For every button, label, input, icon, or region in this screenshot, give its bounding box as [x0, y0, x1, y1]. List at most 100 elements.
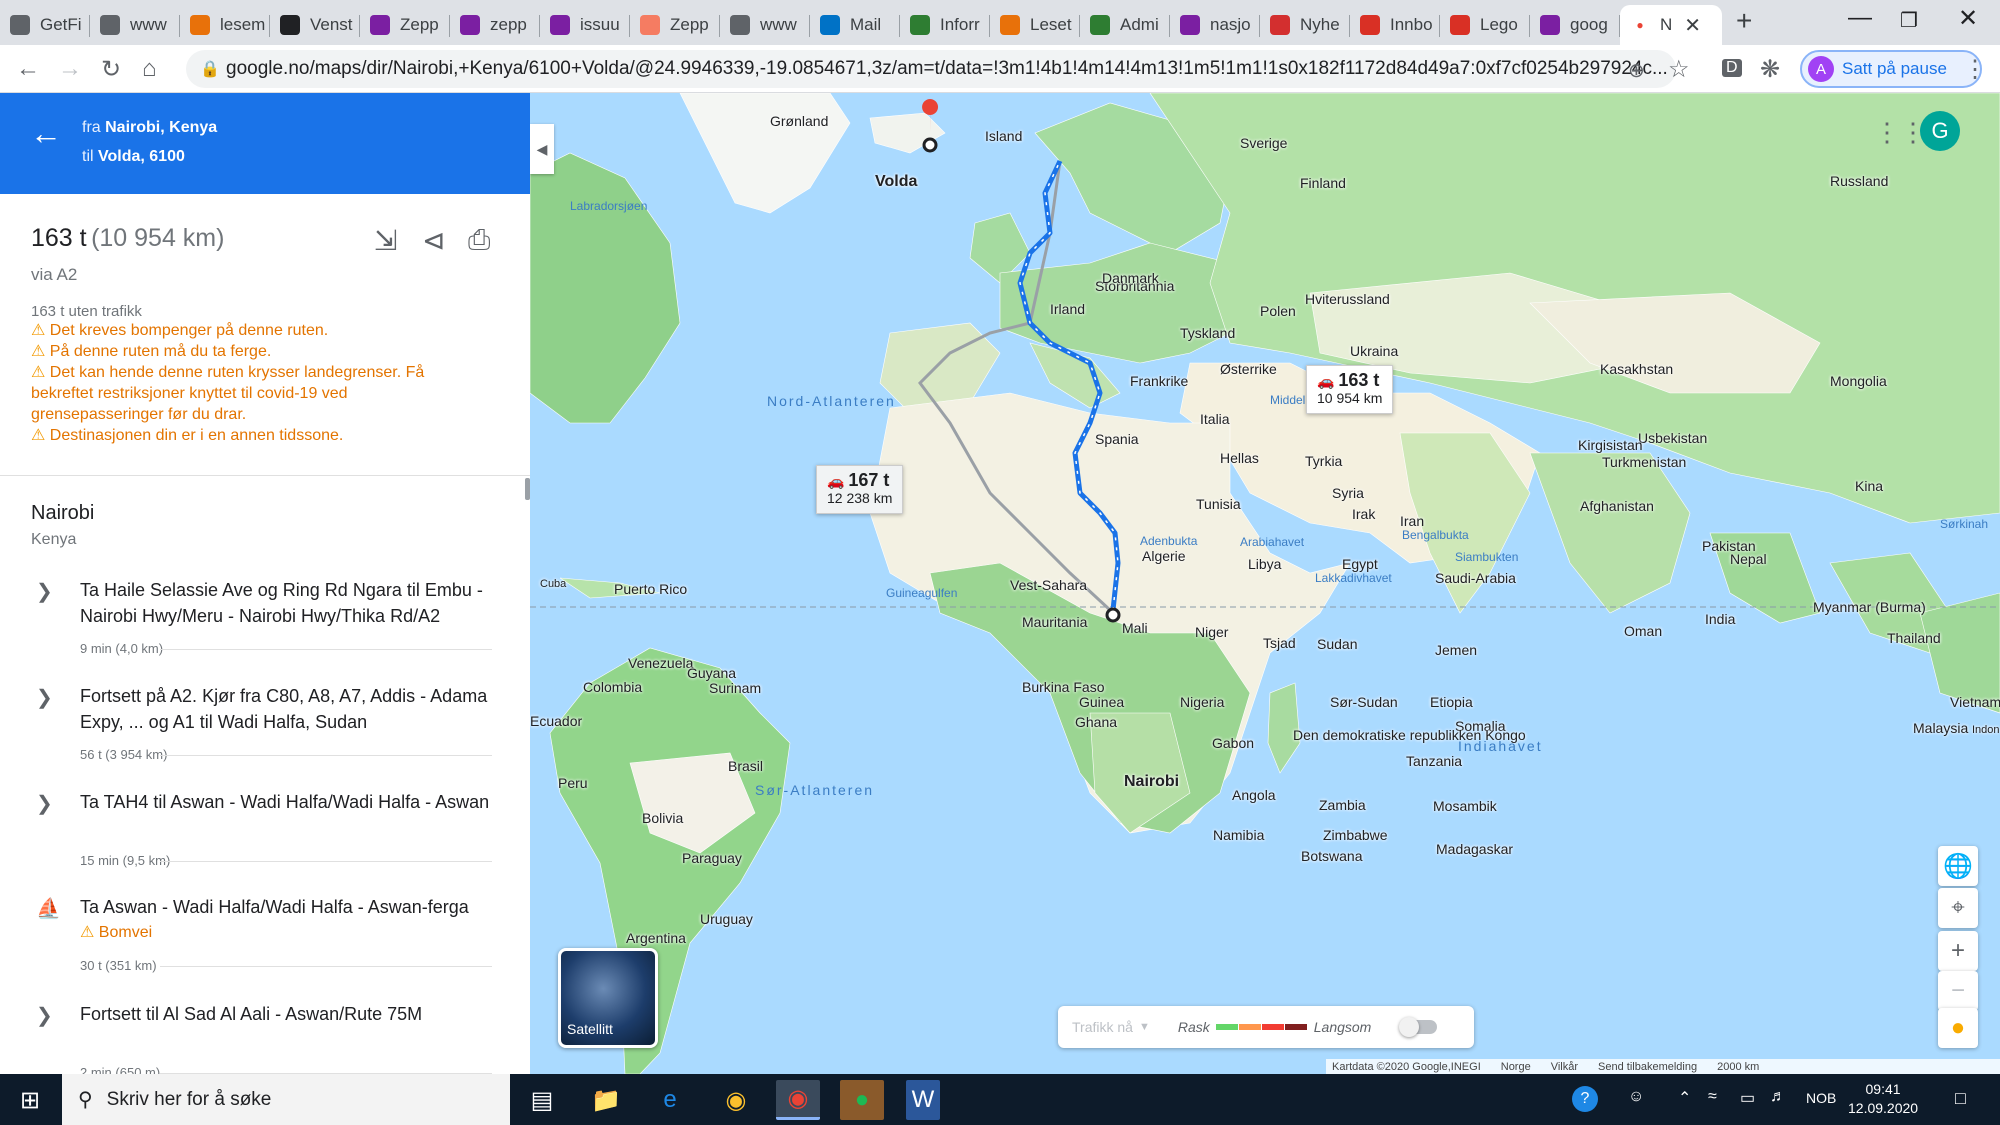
extensions-puzzle-icon[interactable]: ❋	[1760, 55, 1780, 84]
browser-tab-active[interactable]: ● N ✕	[1620, 5, 1722, 45]
browser-tab[interactable]: Leset	[990, 5, 1080, 45]
chevron-down-icon[interactable]: ▼	[1139, 1021, 1150, 1033]
map-country-label[interactable]: Egypt	[1342, 556, 1378, 572]
home-icon[interactable]: ⌂	[142, 55, 157, 83]
browser-tab[interactable]: zepp	[450, 5, 540, 45]
browser-tab[interactable]: nasjo	[1170, 5, 1260, 45]
internet-explorer-icon[interactable]: e	[648, 1080, 692, 1120]
map-country-label[interactable]: Zimbabwe	[1323, 827, 1388, 843]
send-to-device-icon[interactable]: ⇲	[374, 224, 397, 257]
map-country-label[interactable]: Mosambik	[1433, 798, 1497, 814]
map-country-label[interactable]: Peru	[558, 775, 588, 791]
map-canvas[interactable]: ◀ Grønland Island Sverige Finland Russland St…	[530, 93, 2000, 1074]
map-country-label[interactable]: Sverige	[1240, 135, 1287, 151]
map-country-label[interactable]: Mali	[1122, 620, 1148, 636]
direction-step[interactable]: ❯ Ta TAH4 til Aswan - Wadi Halfa/Wadi Hal…	[0, 789, 530, 889]
pegman-icon[interactable]: ●	[1938, 1008, 1978, 1048]
map-country-label[interactable]: Vietnam	[1950, 694, 2000, 710]
map-country-label[interactable]: Hellas	[1220, 450, 1259, 466]
map-country-label[interactable]: Myanmar (Burma)	[1813, 599, 1926, 615]
map-country-label[interactable]: Tunisia	[1196, 496, 1241, 512]
route-callout-main[interactable]: 🚗 163 t 10 954 km	[1306, 365, 1394, 414]
map-country-label[interactable]: Algerie	[1142, 548, 1186, 564]
browser-tab[interactable]: lesem	[180, 5, 270, 45]
to-field[interactable]: til Volda, 6100	[82, 148, 185, 166]
lock-icon[interactable]: 🔒	[200, 59, 220, 79]
direction-step[interactable]: ❯ Ta Haile Selassie Ave og Ring Rd Ngara …	[0, 577, 530, 677]
map-country-label[interactable]: Afghanistan	[1580, 498, 1654, 514]
map-country-label[interactable]: Tyskland	[1180, 325, 1235, 341]
traffic-now-dropdown[interactable]: Trafikk nå	[1072, 1019, 1133, 1035]
map-country-label[interactable]: Indon	[1972, 724, 2000, 736]
map-country-label[interactable]: Paraguay	[682, 850, 742, 866]
browser-tab[interactable]: Mail	[810, 5, 900, 45]
map-country-label[interactable]: Botswana	[1301, 848, 1362, 864]
reload-icon[interactable]: ↻	[101, 55, 121, 84]
map-country-label[interactable]: Thailand	[1887, 630, 1941, 646]
map-country-label[interactable]: Østerrike	[1220, 361, 1277, 377]
map-country-label[interactable]: Guinea	[1079, 694, 1124, 710]
share-icon[interactable]: ⊲	[422, 224, 445, 257]
back-arrow-icon[interactable]: ←	[30, 115, 62, 152]
close-tab-icon[interactable]: ✕	[1684, 13, 1701, 38]
map-country-label[interactable]: Spania	[1095, 431, 1139, 447]
taskbar-search[interactable]: ⚲ Skriv her for å søke	[62, 1074, 510, 1125]
map-country-label[interactable]: Nigeria	[1180, 694, 1224, 710]
map-country-label[interactable]: Angola	[1232, 787, 1276, 803]
close-window-button[interactable]: ✕	[1958, 4, 1978, 33]
profile-chip[interactable]: A Satt på pause	[1800, 50, 1982, 88]
map-country-label[interactable]: Mongolia	[1830, 373, 1887, 389]
map-country-label[interactable]: Irland	[1050, 301, 1085, 317]
print-icon[interactable]: ⎙	[468, 224, 490, 257]
browser-tab[interactable]: Inforr	[900, 5, 990, 45]
app-yellow-icon[interactable]: ◉	[714, 1080, 758, 1120]
browser-tab[interactable]: GetFi	[0, 5, 90, 45]
zoom-icon[interactable]: ⊕	[1628, 58, 1645, 83]
map-country-label[interactable]: Burkina Faso	[1022, 679, 1104, 695]
map-country-label[interactable]: Nepal	[1730, 551, 1767, 567]
map-country-label[interactable]: Brasil	[728, 758, 763, 774]
browser-tab[interactable]: Admi	[1080, 5, 1170, 45]
browser-tab[interactable]: Venst	[270, 5, 360, 45]
satellite-toggle[interactable]: Satellitt	[558, 948, 658, 1048]
map-country-label[interactable]: Syria	[1332, 485, 1364, 501]
spotify-icon[interactable]: ●	[840, 1080, 884, 1120]
map-country-label[interactable]: Tanzania	[1406, 753, 1462, 769]
map-country-label[interactable]: Argentina	[626, 930, 686, 946]
forward-icon[interactable]: →	[58, 55, 82, 83]
map-country-label[interactable]: Colombia	[583, 679, 642, 695]
new-tab-button[interactable]: +	[1736, 5, 1752, 37]
map-country-label[interactable]: Etiopia	[1430, 694, 1473, 710]
map-country-label[interactable]: Tsjad	[1263, 635, 1296, 651]
map-country-label[interactable]: Usbekistan	[1638, 430, 1707, 446]
map-country-label[interactable]: Uruguay	[700, 911, 753, 927]
extension-d-icon[interactable]: D	[1722, 59, 1742, 77]
map-country-label[interactable]: Gabon	[1212, 735, 1254, 751]
route-callout-alt[interactable]: 🚗 167 t 12 238 km	[816, 465, 904, 514]
chrome-icon[interactable]: ◉	[776, 1080, 820, 1120]
map-country-label[interactable]: Danmark	[1102, 270, 1159, 286]
show-hidden-icons-icon[interactable]: ⌃	[1678, 1088, 1691, 1108]
map-country-label[interactable]: Cuba	[540, 578, 566, 590]
language-indicator[interactable]: NOB	[1806, 1090, 1836, 1106]
map-country-label[interactable]: Kasakhstan	[1600, 361, 1673, 377]
map-country-label[interactable]: Finland	[1300, 175, 1346, 191]
word-icon[interactable]: W	[906, 1080, 940, 1120]
direction-step[interactable]: ⛵ Ta Aswan - Wadi Halfa/Wadi Halfa - Aswa…	[0, 894, 530, 994]
map-country-label[interactable]: Sør-Sudan	[1330, 694, 1398, 710]
map-country-label[interactable]: Sudan	[1317, 636, 1357, 652]
map-country-label[interactable]: Hviterussland	[1305, 291, 1390, 307]
map-country-label[interactable]: Malaysia	[1913, 720, 1968, 736]
attribution-item[interactable]: Vilkår	[1551, 1061, 1578, 1073]
help-icon[interactable]: ?	[1572, 1086, 1598, 1112]
browser-tab[interactable]: Zepp	[360, 5, 450, 45]
battery-icon[interactable]: ▭	[1740, 1088, 1755, 1108]
map-country-label[interactable]: Madagaskar	[1436, 841, 1513, 857]
map-country-label[interactable]: Jemen	[1435, 642, 1477, 658]
zoom-in-button[interactable]: +	[1938, 931, 1978, 971]
browser-tab[interactable]: issuu	[540, 5, 630, 45]
browser-tab[interactable]: www	[90, 5, 180, 45]
windows-start-icon[interactable]: ⊞	[8, 1080, 52, 1120]
file-explorer-icon[interactable]: 📁	[584, 1080, 628, 1120]
map-country-label[interactable]: Bolivia	[642, 810, 683, 826]
